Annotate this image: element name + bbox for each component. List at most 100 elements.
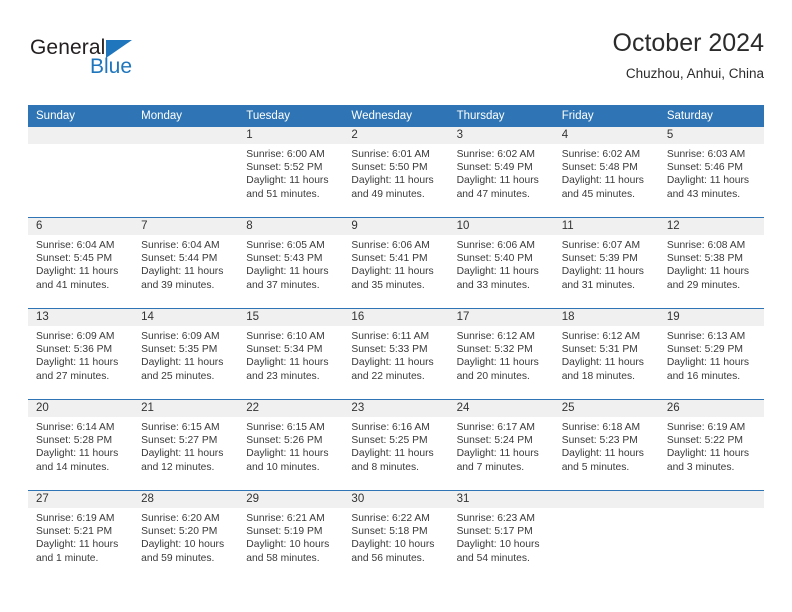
daylight-text-line1: Daylight: 11 hours <box>36 266 119 278</box>
day-details: Sunrise: 6:20 AM Sunset: 5:20 PM Daylight:… <box>133 508 238 565</box>
calendar-day-cell[interactable]: 26 Sunrise: 6:19 AM Sunset: 5:22 PM Dayligh… <box>658 399 764 491</box>
sunrise-text: Sunrise: 6:06 AM <box>456 240 535 251</box>
daylight-text-line2: and 59 minutes. <box>141 552 215 564</box>
day-details: Sunrise: 6:02 AM Sunset: 5:48 PM Daylight:… <box>554 144 659 201</box>
calendar-day-cell[interactable]: 20 Sunrise: 6:14 AM Sunset: 5:28 PM Dayligh… <box>28 399 134 491</box>
sunrise-text: Sunrise: 6:08 AM <box>666 240 746 251</box>
daylight-text-line2: and 49 minutes. <box>351 188 425 200</box>
calendar-day-cell[interactable]: 29 Sunrise: 6:21 AM Sunset: 5:19 PM Dayligh… <box>238 490 344 581</box>
calendar-day-cell[interactable]: 13 Sunrise: 6:09 AM Sunset: 5:36 PM Dayligh… <box>28 308 134 400</box>
general-blue-logo: General Blue <box>28 36 228 92</box>
daylight-text-line1: Daylight: 10 hours <box>456 539 540 551</box>
daylight-text-line2: and 47 minutes. <box>456 188 530 200</box>
calendar-day-cell[interactable]: 19 Sunrise: 6:13 AM Sunset: 5:29 PM Dayligh… <box>658 308 764 400</box>
calendar-day-cell[interactable]: 24 Sunrise: 6:17 AM Sunset: 5:24 PM Dayligh… <box>448 399 554 491</box>
sunset-text: Sunset: 5:40 PM <box>456 253 533 265</box>
day-details: Sunrise: 6:19 AM Sunset: 5:21 PM Daylight:… <box>28 508 133 565</box>
calendar-day-cell[interactable]: 25 Sunrise: 6:18 AM Sunset: 5:23 PM Dayligh… <box>553 399 659 491</box>
daylight-text-line1: Daylight: 11 hours <box>36 357 119 369</box>
calendar-day-cell[interactable]: 12 Sunrise: 6:08 AM Sunset: 5:38 PM Dayligh… <box>658 217 764 309</box>
day-cell-inner <box>133 127 239 217</box>
calendar-day-cell[interactable]: 27 Sunrise: 6:19 AM Sunset: 5:21 PM Dayligh… <box>28 490 134 581</box>
day-details: Sunrise: 6:06 AM Sunset: 5:41 PM Daylight:… <box>343 235 448 292</box>
sunrise-text: Sunrise: 6:02 AM <box>456 149 535 160</box>
calendar-day-cell[interactable]: 31 Sunrise: 6:23 AM Sunset: 5:17 PM Dayligh… <box>448 490 554 581</box>
day-cell-inner: 9 Sunrise: 6:06 AM Sunset: 5:41 PM Daylight… <box>343 218 449 308</box>
calendar-day-cell[interactable]: 17 Sunrise: 6:12 AM Sunset: 5:32 PM Dayligh… <box>448 308 554 400</box>
day-details: Sunrise: 6:15 AM Sunset: 5:27 PM Daylight:… <box>133 417 238 474</box>
daylight-text-line2: and 3 minutes. <box>666 461 735 473</box>
daylight-text-line1: Daylight: 11 hours <box>351 266 434 278</box>
calendar-day-cell[interactable]: 3 Sunrise: 6:02 AM Sunset: 5:49 PM Daylight… <box>448 127 554 218</box>
calendar-week-row: 20 Sunrise: 6:14 AM Sunset: 5:28 PM Dayligh… <box>28 399 764 491</box>
calendar-day-cell[interactable]: 15 Sunrise: 6:10 AM Sunset: 5:34 PM Dayligh… <box>238 308 344 400</box>
calendar-cell-empty <box>133 127 239 218</box>
sunset-text: Sunset: 5:34 PM <box>246 344 323 356</box>
day-details: Sunrise: 6:23 AM Sunset: 5:17 PM Daylight:… <box>449 508 554 565</box>
day-cell-inner: 16 Sunrise: 6:11 AM Sunset: 5:33 PM Dayligh… <box>343 309 449 399</box>
day-cell-inner: 5 Sunrise: 6:03 AM Sunset: 5:46 PM Daylight… <box>658 127 764 217</box>
sunrise-text: Sunrise: 6:05 AM <box>246 240 325 251</box>
sunset-text: Sunset: 5:46 PM <box>666 162 743 174</box>
weekday-header-thursday: Thursday <box>448 105 554 127</box>
day-cell-inner: 13 Sunrise: 6:09 AM Sunset: 5:36 PM Dayligh… <box>28 309 134 399</box>
daylight-text-line1: Daylight: 11 hours <box>246 357 329 369</box>
sunset-text: Sunset: 5:44 PM <box>141 253 218 265</box>
day-cell-inner: 25 Sunrise: 6:18 AM Sunset: 5:23 PM Dayligh… <box>553 400 659 490</box>
calendar-day-cell[interactable]: 6 Sunrise: 6:04 AM Sunset: 5:45 PM Daylight… <box>28 217 134 309</box>
day-cell-inner: 12 Sunrise: 6:08 AM Sunset: 5:38 PM Dayligh… <box>658 218 764 308</box>
daylight-text-line1: Daylight: 10 hours <box>351 539 435 551</box>
calendar-day-cell[interactable]: 7 Sunrise: 6:04 AM Sunset: 5:44 PM Daylight… <box>133 217 239 309</box>
sunset-text: Sunset: 5:39 PM <box>561 253 638 265</box>
calendar-day-cell[interactable]: 1 Sunrise: 6:00 AM Sunset: 5:52 PM Daylight… <box>238 127 344 218</box>
day-cell-inner: 26 Sunrise: 6:19 AM Sunset: 5:22 PM Dayligh… <box>658 400 764 490</box>
day-cell-inner: 30 Sunrise: 6:22 AM Sunset: 5:18 PM Dayligh… <box>343 491 449 581</box>
calendar-day-cell[interactable]: 10 Sunrise: 6:06 AM Sunset: 5:40 PM Dayligh… <box>448 217 554 309</box>
daylight-text-line1: Daylight: 11 hours <box>456 266 539 278</box>
day-details: Sunrise: 6:13 AM Sunset: 5:29 PM Daylight:… <box>659 326 764 383</box>
sunrise-text: Sunrise: 6:22 AM <box>351 513 430 524</box>
sunset-text: Sunset: 5:49 PM <box>456 162 533 174</box>
day-number: 8 <box>238 218 344 235</box>
calendar-day-cell[interactable]: 28 Sunrise: 6:20 AM Sunset: 5:20 PM Dayligh… <box>133 490 239 581</box>
day-number: 22 <box>238 400 344 417</box>
calendar-day-cell[interactable]: 21 Sunrise: 6:15 AM Sunset: 5:27 PM Dayligh… <box>133 399 239 491</box>
calendar-day-cell[interactable]: 5 Sunrise: 6:03 AM Sunset: 5:46 PM Daylight… <box>658 127 764 218</box>
sunrise-sunset-calendar: Sunday Monday Tuesday Wednesday Thursday… <box>28 105 764 581</box>
day-details: Sunrise: 6:09 AM Sunset: 5:35 PM Daylight:… <box>133 326 238 383</box>
calendar-day-cell[interactable]: 11 Sunrise: 6:07 AM Sunset: 5:39 PM Dayligh… <box>553 217 659 309</box>
calendar-day-cell[interactable]: 18 Sunrise: 6:12 AM Sunset: 5:31 PM Dayligh… <box>553 308 659 400</box>
calendar-day-cell[interactable]: 8 Sunrise: 6:05 AM Sunset: 5:43 PM Daylight… <box>238 217 344 309</box>
day-cell-inner: 22 Sunrise: 6:15 AM Sunset: 5:26 PM Dayligh… <box>238 400 344 490</box>
calendar-page: General Blue October 2024 Chuzhou, Anhui… <box>0 0 792 612</box>
daylight-text-line1: Daylight: 11 hours <box>351 448 434 460</box>
day-details: Sunrise: 6:14 AM Sunset: 5:28 PM Daylight:… <box>28 417 133 474</box>
day-cell-inner <box>28 127 134 217</box>
day-cell-inner: 27 Sunrise: 6:19 AM Sunset: 5:21 PM Dayligh… <box>28 491 134 581</box>
calendar-day-cell[interactable]: 23 Sunrise: 6:16 AM Sunset: 5:25 PM Dayligh… <box>343 399 449 491</box>
day-details: Sunrise: 6:04 AM Sunset: 5:44 PM Daylight:… <box>133 235 238 292</box>
daylight-text-line2: and 45 minutes. <box>561 188 635 200</box>
day-number: 24 <box>448 400 554 417</box>
title-block: October 2024 Chuzhou, Anhui, China <box>613 28 765 84</box>
calendar-day-cell[interactable]: 16 Sunrise: 6:11 AM Sunset: 5:33 PM Dayligh… <box>343 308 449 400</box>
calendar-day-cell[interactable]: 14 Sunrise: 6:09 AM Sunset: 5:35 PM Dayligh… <box>133 308 239 400</box>
day-details: Sunrise: 6:05 AM Sunset: 5:43 PM Daylight:… <box>238 235 343 292</box>
daylight-text-line2: and 1 minute. <box>36 552 99 564</box>
daylight-text-line2: and 23 minutes. <box>246 370 320 382</box>
daylight-text-line1: Daylight: 11 hours <box>666 357 750 369</box>
calendar-day-cell[interactable]: 4 Sunrise: 6:02 AM Sunset: 5:48 PM Daylight… <box>553 127 659 218</box>
day-number: 5 <box>658 127 764 144</box>
daylight-text-line2: and 31 minutes. <box>561 279 635 291</box>
daylight-text-line1: Daylight: 11 hours <box>666 175 750 187</box>
day-details: Sunrise: 6:00 AM Sunset: 5:52 PM Daylight:… <box>238 144 343 201</box>
calendar-day-cell[interactable]: 2 Sunrise: 6:01 AM Sunset: 5:50 PM Daylight… <box>343 127 449 218</box>
calendar-day-cell[interactable]: 9 Sunrise: 6:06 AM Sunset: 5:41 PM Daylight… <box>343 217 449 309</box>
day-details: Sunrise: 6:09 AM Sunset: 5:36 PM Daylight:… <box>28 326 133 383</box>
calendar-day-cell[interactable]: 22 Sunrise: 6:15 AM Sunset: 5:26 PM Dayligh… <box>238 399 344 491</box>
calendar-header-row: Sunday Monday Tuesday Wednesday Thursday… <box>28 105 764 127</box>
day-cell-inner: 6 Sunrise: 6:04 AM Sunset: 5:45 PM Daylight… <box>28 218 134 308</box>
calendar-day-cell[interactable]: 30 Sunrise: 6:22 AM Sunset: 5:18 PM Dayligh… <box>343 490 449 581</box>
day-details: Sunrise: 6:06 AM Sunset: 5:40 PM Daylight:… <box>449 235 554 292</box>
sunset-text: Sunset: 5:35 PM <box>141 344 218 356</box>
